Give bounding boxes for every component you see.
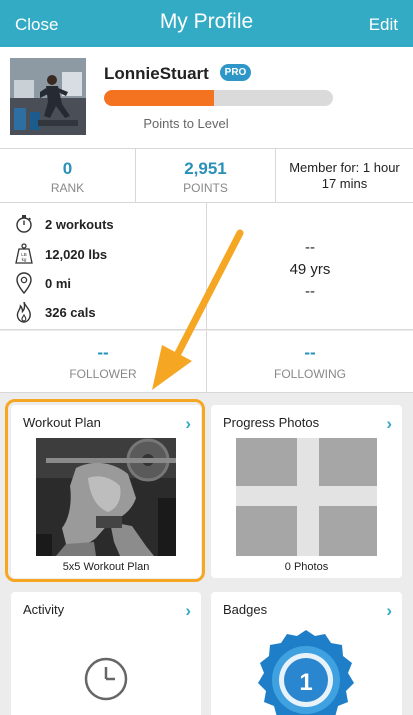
- stats-row: 0 RANK 2,951 POINTS Member for: 1 hour 1…: [0, 149, 413, 203]
- location-pin-icon: [13, 272, 35, 294]
- workouts-count: 2 workouts: [45, 216, 114, 232]
- calories-burned: 326 cals: [45, 304, 96, 320]
- activity-title: Activity: [23, 602, 65, 617]
- weight-icon: LB kg: [13, 243, 35, 265]
- weight-lifted: 12,020 lbs: [45, 246, 108, 262]
- photo-placeholder-icon: [236, 438, 377, 556]
- calories-row: 326 cals: [13, 301, 96, 323]
- level-progress-label: Points to Level: [143, 116, 229, 131]
- rank-stat[interactable]: 0 RANK: [0, 149, 136, 203]
- member-duration-line2: 17 mins: [321, 176, 368, 191]
- profile-summary: LonnieStuart PRO Points to Level: [0, 47, 413, 149]
- points-value: 2,951: [184, 159, 227, 178]
- badges-title: Badges: [223, 602, 268, 617]
- username: LonnieStuart: [104, 64, 209, 83]
- progress-photos-title: Progress Photos: [223, 415, 320, 430]
- badges-card[interactable]: Badges › 1: [211, 592, 402, 715]
- points-label: POINTS: [183, 181, 228, 195]
- highlight-outline: [5, 399, 205, 582]
- svg-text:kg: kg: [22, 257, 27, 262]
- page-title: My Profile: [159, 10, 254, 33]
- progress-photos-caption: 0 Photos: [284, 561, 329, 573]
- clock-icon: [83, 656, 129, 702]
- level-progress-bar: [104, 90, 333, 106]
- pro-badge: PRO: [220, 64, 251, 81]
- annotation-arrow-icon: [152, 229, 244, 390]
- distance-value: 0 mi: [45, 275, 72, 291]
- distance-row: 0 mi: [13, 272, 71, 294]
- member-duration-line1: Member for: 1 hour: [289, 160, 400, 175]
- weight-row: LB kg 12,020 lbs: [13, 243, 107, 265]
- member-duration: Member for: 1 hour 17 mins: [276, 149, 413, 203]
- points-stat[interactable]: 2,951 POINTS: [136, 149, 276, 203]
- workouts-row: 2 workouts: [13, 213, 114, 235]
- stopwatch-icon: [13, 213, 35, 235]
- top-bar: Close My Profile Edit: [0, 0, 413, 47]
- chevron-right-icon: ›: [386, 601, 392, 620]
- badge-number: 1: [299, 669, 312, 696]
- level-progress-fill: [104, 90, 214, 106]
- avatar[interactable]: [10, 58, 86, 135]
- rank-label: RANK: [50, 181, 85, 195]
- chevron-right-icon: ›: [386, 414, 392, 433]
- flame-icon: [13, 301, 35, 323]
- progress-photos-card[interactable]: Progress Photos › 0 Photos: [211, 405, 402, 578]
- activity-card[interactable]: Activity ›: [11, 592, 201, 715]
- badge-ribbon-icon: 1: [251, 622, 361, 715]
- rank-value: 0: [62, 159, 73, 178]
- chevron-right-icon: ›: [185, 601, 191, 620]
- edit-button[interactable]: Edit: [369, 15, 398, 35]
